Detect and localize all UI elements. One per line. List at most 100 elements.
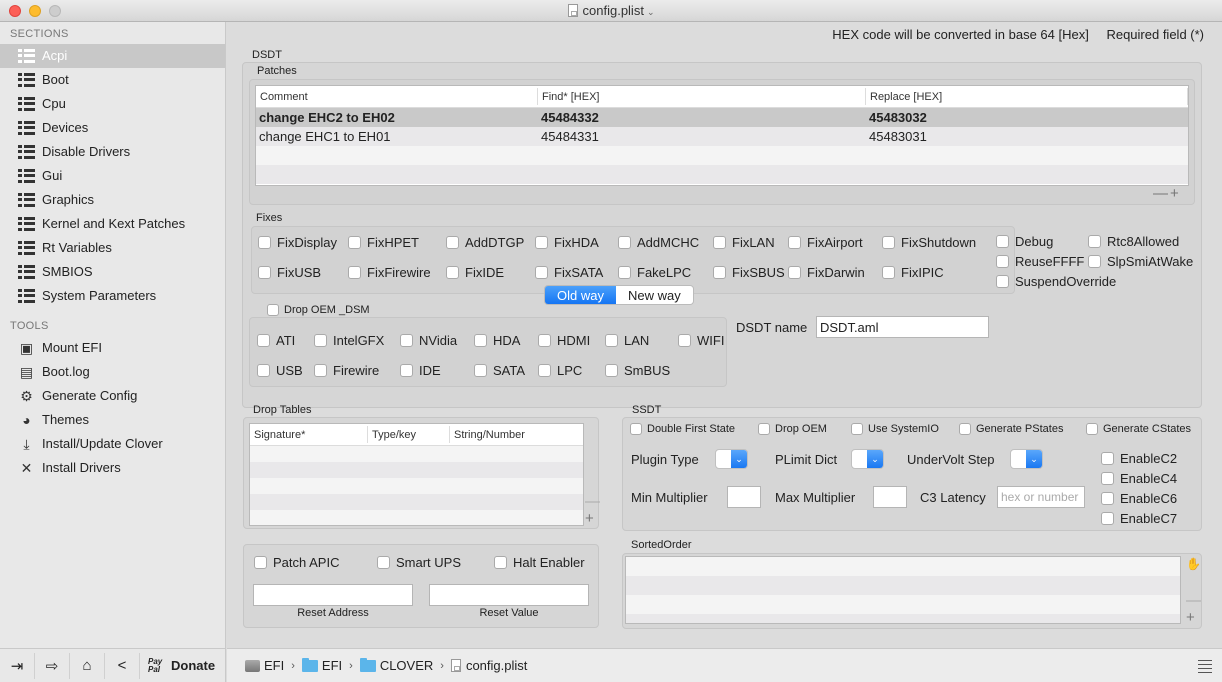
path-segment-clover[interactable]: CLOVER: [359, 657, 433, 673]
sidebar-item-devices[interactable]: Devices: [0, 116, 225, 140]
adddtgp-checkbox[interactable]: AddDTGP: [446, 235, 524, 250]
reuseffff-checkbox[interactable]: ReuseFFFF: [996, 254, 1084, 269]
sidebar-item-acpi[interactable]: Acpi: [0, 44, 225, 68]
path-segment-efi-folder[interactable]: EFI: [301, 657, 342, 673]
table-row[interactable]: change EHC2 to EH02 45484332 45483032: [256, 108, 1188, 127]
sidebar-item-smbios[interactable]: SMBIOS: [0, 260, 225, 284]
donate-button[interactable]: Pay Pal Donate: [140, 657, 215, 674]
sidebar-item-rt-variables[interactable]: Rt Variables: [0, 236, 225, 260]
fixairport-checkbox[interactable]: FixAirport: [788, 235, 863, 250]
fixipic-checkbox[interactable]: FixIPIC: [882, 265, 944, 280]
drag-hand-icon[interactable]: ✋: [1186, 557, 1201, 571]
fixdisplay-checkbox[interactable]: FixDisplay: [258, 235, 337, 250]
rtc8allowed-checkbox[interactable]: Rtc8Allowed: [1088, 234, 1179, 249]
sidebar-item-kernel-and-kext-patches[interactable]: Kernel and Kext Patches: [0, 212, 225, 236]
remove-patch-button[interactable]: —: [1153, 186, 1168, 201]
nvidia-checkbox[interactable]: NVidia: [400, 333, 457, 348]
column-header-string-number[interactable]: String/Number: [450, 426, 582, 443]
sata-checkbox[interactable]: SATA: [474, 363, 525, 378]
hdmi-checkbox[interactable]: HDMI: [538, 333, 590, 348]
sidebar-tool-mount-efi[interactable]: ▣ Mount EFI: [0, 336, 225, 360]
fixdarwin-checkbox[interactable]: FixDarwin: [788, 265, 865, 280]
add-drop-table-button[interactable]: +: [585, 511, 594, 526]
column-header-find[interactable]: Find* [HEX]: [538, 88, 866, 105]
drop-oem-dsm-checkbox[interactable]: Drop OEM _DSM: [267, 304, 370, 316]
ide-checkbox[interactable]: IDE: [400, 363, 441, 378]
new-way-segment[interactable]: New way: [615, 286, 693, 304]
fakelpc-checkbox[interactable]: FakeLPC: [618, 265, 691, 280]
sidebar-tool-install-drivers[interactable]: ✕ Install Drivers: [0, 456, 225, 480]
sidebar-item-gui[interactable]: Gui: [0, 164, 225, 188]
wifi-checkbox[interactable]: WIFI: [678, 333, 724, 348]
reset-value-input[interactable]: [429, 584, 589, 606]
enablec6-checkbox[interactable]: EnableC6: [1101, 491, 1177, 506]
table-row[interactable]: change EHC1 to EH01 45484331 45483031: [256, 127, 1188, 146]
addmchc-checkbox[interactable]: AddMCHC: [618, 235, 699, 250]
hda-checkbox[interactable]: HDA: [474, 333, 520, 348]
sidebar-item-graphics[interactable]: Graphics: [0, 188, 225, 212]
sidebar-item-cpu[interactable]: Cpu: [0, 92, 225, 116]
sidebar-item-disable-drivers[interactable]: Disable Drivers: [0, 140, 225, 164]
reset-address-input[interactable]: [253, 584, 413, 606]
enablec4-checkbox[interactable]: EnableC4: [1101, 471, 1177, 486]
column-header-replace[interactable]: Replace [HEX]: [866, 88, 1188, 105]
fixusb-checkbox[interactable]: FixUSB: [258, 265, 321, 280]
home-button[interactable]: ⌂: [70, 652, 105, 679]
usb-checkbox[interactable]: USB: [257, 363, 303, 378]
fixfirewire-checkbox[interactable]: FixFirewire: [348, 265, 431, 280]
export-button[interactable]: ⇨: [35, 652, 70, 679]
dsdt-name-input[interactable]: [816, 316, 989, 338]
sidebar-tool-install-update-clover[interactable]: ⤓ Install/Update Clover: [0, 432, 225, 456]
fixhda-checkbox[interactable]: FixHDA: [535, 235, 599, 250]
column-header-comment[interactable]: Comment: [256, 88, 538, 105]
intelgfx-checkbox[interactable]: IntelGFX: [314, 333, 384, 348]
fixlan-checkbox[interactable]: FixLAN: [713, 235, 775, 250]
column-header-signature[interactable]: Signature*: [250, 426, 368, 443]
enablec2-checkbox[interactable]: EnableC2: [1101, 451, 1177, 466]
generate-cstates-checkbox[interactable]: Generate CStates: [1086, 423, 1191, 435]
generate-pstates-checkbox[interactable]: Generate PStates: [959, 423, 1063, 435]
use-systemio-checkbox[interactable]: Use SystemIO: [851, 423, 939, 435]
halt-enabler-checkbox[interactable]: Halt Enabler: [494, 555, 585, 570]
sidebar-tool-generate-config[interactable]: ⚙ Generate Config: [0, 384, 225, 408]
enablec7-checkbox[interactable]: EnableC7: [1101, 511, 1177, 526]
fixsata-checkbox[interactable]: FixSATA: [535, 265, 603, 280]
remove-sorted-order-button[interactable]: —: [1186, 593, 1201, 608]
c3-latency-input[interactable]: [997, 486, 1085, 508]
firewire-checkbox[interactable]: Firewire: [314, 363, 379, 378]
plugin-type-popup[interactable]: ⌄: [715, 449, 748, 469]
smart-ups-checkbox[interactable]: Smart UPS: [377, 555, 461, 570]
lan-checkbox[interactable]: LAN: [605, 333, 649, 348]
fixide-checkbox[interactable]: FixIDE: [446, 265, 504, 280]
fixhpet-checkbox[interactable]: FixHPET: [348, 235, 419, 250]
sidebar-item-boot[interactable]: Boot: [0, 68, 225, 92]
plimit-dict-popup[interactable]: ⌄: [851, 449, 884, 469]
undervolt-step-popup[interactable]: ⌄: [1010, 449, 1043, 469]
min-multiplier-input[interactable]: [727, 486, 761, 508]
debug-checkbox[interactable]: Debug: [996, 234, 1053, 249]
fixshutdown-checkbox[interactable]: FixShutdown: [882, 235, 976, 250]
sidebar-tool-boot-log[interactable]: ▤ Boot.log: [0, 360, 225, 384]
slpsmiatwake-checkbox[interactable]: SlpSmiAtWake: [1088, 254, 1193, 269]
menu-icon[interactable]: [1198, 660, 1212, 676]
patch-apic-checkbox[interactable]: Patch APIC: [254, 555, 339, 570]
path-segment-file[interactable]: config.plist: [450, 658, 527, 673]
path-segment-efi-volume[interactable]: EFI: [245, 658, 284, 673]
add-patch-button[interactable]: +: [1170, 186, 1179, 201]
double-first-state-checkbox[interactable]: Double First State: [630, 423, 735, 435]
fixsbus-checkbox[interactable]: FixSBUS: [713, 265, 785, 280]
sidebar-item-system-parameters[interactable]: System Parameters: [0, 284, 225, 308]
sidebar-tool-themes[interactable]: ◕ Themes: [0, 408, 225, 432]
old-way-segment[interactable]: Old way: [545, 286, 616, 304]
lpc-checkbox[interactable]: LPC: [538, 363, 582, 378]
smbus-checkbox[interactable]: SmBUS: [605, 363, 670, 378]
max-multiplier-input[interactable]: [873, 486, 907, 508]
share-button[interactable]: <: [105, 652, 140, 679]
drop-oem-checkbox[interactable]: Drop OEM: [758, 423, 827, 435]
add-sorted-order-button[interactable]: +: [1186, 610, 1195, 625]
ati-checkbox[interactable]: ATI: [257, 333, 295, 348]
import-button[interactable]: ⇥: [0, 652, 35, 679]
suspendoverride-checkbox[interactable]: SuspendOverride: [996, 274, 1116, 289]
column-header-type-key[interactable]: Type/key: [368, 426, 450, 443]
remove-drop-table-button[interactable]: —: [585, 494, 600, 509]
